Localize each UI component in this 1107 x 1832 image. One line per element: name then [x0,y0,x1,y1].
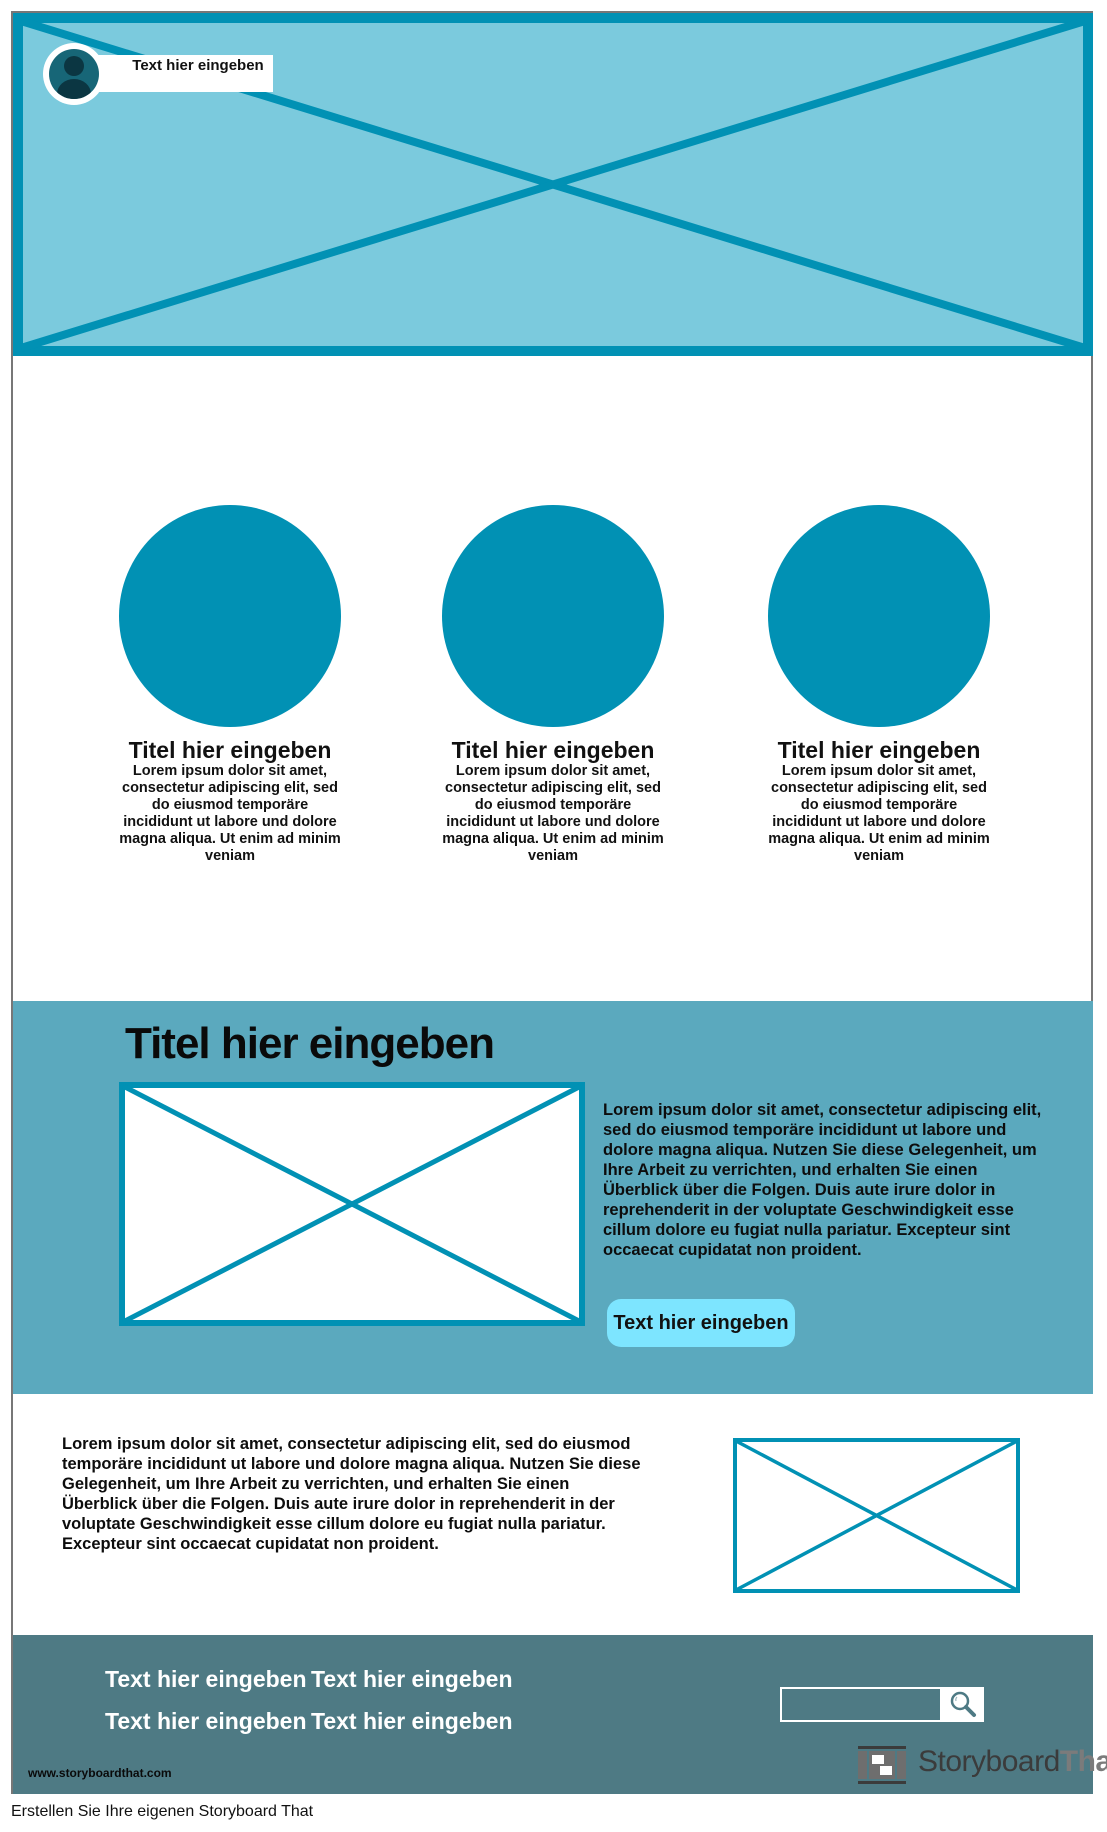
image-placeholder-icon [733,1438,1020,1593]
avatar-body [57,79,91,99]
image-placeholder-icon [119,1082,585,1326]
highlight-section: Titel hier eingeben Lorem ipsum dolor si… [13,1001,1093,1394]
footer-link[interactable]: Text hier eingeben [105,1666,307,1693]
profile-label: Text hier eingeben [132,57,264,74]
section-title: Titel hier eingeben [125,1019,495,1068]
avatar-head [64,56,84,76]
hero-image-placeholder: Text hier eingeben [13,13,1093,356]
feature-image-circle [768,505,990,727]
feature-card: Titel hier eingeben Lorem ipsum dolor si… [433,505,673,865]
details-section: Lorem ipsum dolor sit amet, consectetur … [13,1394,1093,1635]
footer-link[interactable]: Text hier eingeben [311,1666,513,1693]
search-box [780,1687,984,1722]
create-your-own-caption[interactable]: Erstellen Sie Ihre eigenen Storyboard Th… [11,1803,313,1821]
feature-title: Titel hier eingeben [777,737,981,763]
footer: Text hier eingeben Text hier eingeben Te… [13,1635,1107,1794]
site-url: www.storyboardthat.com [28,1766,172,1780]
feature-text: Lorem ipsum dolor sit amet, consectetur … [442,763,664,864]
feature-card: Titel hier eingeben Lorem ipsum dolor si… [110,505,350,865]
footer-link[interactable]: Text hier eingeben [311,1708,513,1735]
feature-title: Titel hier eingeben [128,737,332,763]
feature-image-circle [119,505,341,727]
details-text: Lorem ipsum dolor sit amet, consectetur … [62,1435,641,1553]
cta-button[interactable]: Text hier eingeben [607,1299,795,1347]
feature-text: Lorem ipsum dolor sit amet, consectetur … [768,763,990,864]
feature-card: Titel hier eingeben Lorem ipsum dolor si… [759,505,999,865]
logo-wordmark: StoryboardThat [918,1745,1107,1778]
search-button[interactable] [943,1687,984,1722]
search-input[interactable] [782,1689,940,1720]
storyboard-logo-icon [858,1746,906,1784]
profile-badge: Text hier eingeben [43,43,273,105]
footer-link[interactable]: Text hier eingeben [105,1708,307,1735]
feature-title: Titel hier eingeben [451,737,655,763]
highlight-text: Lorem ipsum dolor sit amet, consectetur … [603,1101,1042,1259]
magnifier-icon [950,1691,976,1717]
user-avatar-icon [43,43,105,105]
feature-image-circle [442,505,664,727]
feature-text: Lorem ipsum dolor sit amet, consectetur … [119,763,341,864]
